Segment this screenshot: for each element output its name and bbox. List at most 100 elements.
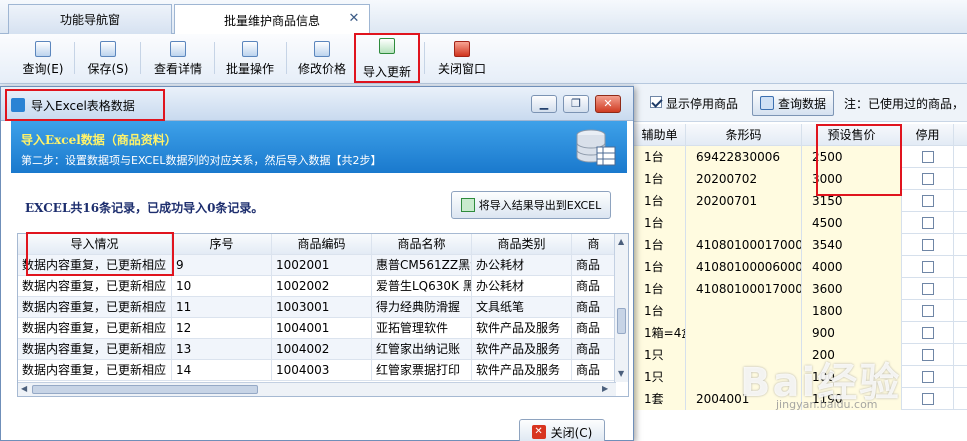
unit-cell[interactable]: 1台 xyxy=(634,190,686,212)
barcode-cell[interactable] xyxy=(686,322,802,344)
column-header[interactable]: 商 xyxy=(572,234,616,255)
extra-cell: 商品 xyxy=(572,297,616,318)
column-header[interactable]: 商品类别 xyxy=(472,234,572,255)
barcode-cell[interactable]: 20200701 xyxy=(686,190,802,212)
disabled-checkbox[interactable] xyxy=(921,194,934,207)
show-disabled-checkbox[interactable] xyxy=(650,96,662,108)
barcode-cell[interactable] xyxy=(686,212,802,234)
price-cell[interactable]: 1800 xyxy=(802,300,902,322)
disabled-checkbox[interactable] xyxy=(921,370,934,383)
table-row[interactable]: 1箱=4盒 900 xyxy=(634,322,967,344)
query-button[interactable]: 查询(E) xyxy=(20,38,66,78)
barcode-cell[interactable]: 410801000170001 xyxy=(686,278,802,300)
price-cell[interactable]: 900 xyxy=(802,322,902,344)
column-header[interactable]: 条形码 xyxy=(686,124,802,146)
save-button[interactable]: 保存(S) xyxy=(84,38,132,78)
price-cell[interactable]: 3000 xyxy=(802,168,902,190)
price-cell[interactable]: 3150 xyxy=(802,190,902,212)
unit-cell[interactable]: 1台 xyxy=(634,300,686,322)
close-button[interactable]: ✕ 关闭(C) xyxy=(519,419,605,441)
scroll-thumb[interactable] xyxy=(32,385,258,394)
barcode-cell[interactable] xyxy=(686,300,802,322)
column-header[interactable]: 商品名称 xyxy=(372,234,472,255)
tab-function-nav[interactable]: 功能导航窗 xyxy=(8,4,172,34)
table-header: 辅助单 条形码 预设售价 停用 xyxy=(634,124,967,146)
table-row[interactable]: 数据内容重复，已更新相应 13 1004002 红管家出纳记账 软件产品及服务 商品 xyxy=(18,339,616,360)
extra-cell: 商品 xyxy=(572,255,616,276)
unit-cell[interactable]: 1台 xyxy=(634,146,686,168)
horizontal-scrollbar[interactable]: ◀ ▶ xyxy=(18,382,616,396)
table-row[interactable]: 1台 69422830006 2500 xyxy=(634,146,967,168)
barcode-cell[interactable]: 20200702 xyxy=(686,168,802,190)
dialog-close-button[interactable]: ✕ xyxy=(595,95,621,113)
disabled-checkbox[interactable] xyxy=(921,282,934,295)
modify-price-button[interactable]: 修改价格 xyxy=(294,38,350,78)
price-cell[interactable]: 2500 xyxy=(802,146,902,168)
disabled-checkbox[interactable] xyxy=(921,150,934,163)
close-window-button[interactable]: 关闭窗口 xyxy=(434,38,490,78)
table-row[interactable]: 1台 410801000170001 3600 xyxy=(634,278,967,300)
status-cell: 数据内容重复，已更新相应 xyxy=(18,318,172,339)
unit-cell[interactable]: 1只 xyxy=(634,344,686,366)
import-update-button[interactable]: 导入更新 xyxy=(354,33,420,83)
query-data-button[interactable]: 查询数据 xyxy=(752,90,834,116)
table-row[interactable]: 数据内容重复，已更新相应 11 1003001 得力经典防滑握 文具纸笔 商品 xyxy=(18,297,616,318)
disabled-checkbox[interactable] xyxy=(921,326,934,339)
export-result-button[interactable]: 将导入结果导出到EXCEL xyxy=(451,191,611,219)
disabled-checkbox[interactable] xyxy=(921,216,934,229)
table-row[interactable]: 数据内容重复，已更新相应 12 1004001 亚拓管理软件 软件产品及服务 商品 xyxy=(18,318,616,339)
tab-batch-maintain[interactable]: 批量维护商品信息 ✕ xyxy=(174,4,370,35)
code-cell: 1004003 xyxy=(272,360,372,381)
table-row[interactable]: 1台 20200701 3150 xyxy=(634,190,967,212)
table-row[interactable]: 数据内容重复，已更新相应 10 1002002 爱普生LQ630K 黑办公耗材 商品 xyxy=(18,276,616,297)
barcode-cell[interactable]: 69422830006 xyxy=(686,146,802,168)
unit-cell[interactable]: 1台 xyxy=(634,168,686,190)
unit-cell[interactable]: 1只 xyxy=(634,366,686,388)
toolbar: 查询(E) 保存(S) 查看详情 批量操作 修改价格 导入更新 关闭窗口 xyxy=(0,33,967,84)
barcode-cell[interactable]: 410801000170002 xyxy=(686,234,802,256)
column-header[interactable]: 商品编码 xyxy=(272,234,372,255)
disabled-checkbox[interactable] xyxy=(921,304,934,317)
table-row[interactable]: 1台 4500 xyxy=(634,212,967,234)
unit-cell[interactable]: 1箱=4盒 xyxy=(634,322,686,344)
disabled-checkbox[interactable] xyxy=(921,348,934,361)
table-row[interactable]: 1台 410801000170002 3540 xyxy=(634,234,967,256)
number-cell: 13 xyxy=(172,339,272,360)
disabled-cell xyxy=(902,190,954,212)
close-icon[interactable]: ✕ xyxy=(347,12,361,26)
minimize-button[interactable]: ▁ xyxy=(531,95,557,113)
tab-bar: 功能导航窗 批量维护商品信息 ✕ xyxy=(0,0,967,35)
disabled-checkbox[interactable] xyxy=(921,172,934,185)
view-detail-button[interactable]: 查看详情 xyxy=(150,38,206,78)
price-cell[interactable]: 3540 xyxy=(802,234,902,256)
price-cell[interactable]: 3600 xyxy=(802,278,902,300)
status-cell: 数据内容重复，已更新相应 xyxy=(18,255,172,276)
batch-operation-button[interactable]: 批量操作 xyxy=(222,38,278,78)
disabled-checkbox[interactable] xyxy=(921,260,934,273)
column-header[interactable]: 辅助单 xyxy=(634,124,686,146)
table-row[interactable]: 1台 410801000060001 4000 xyxy=(634,256,967,278)
table-row[interactable]: 数据内容重复，已更新相应 9 1002001 惠普CM561ZZ黑色 办公耗材 商品 xyxy=(18,255,616,276)
barcode-cell[interactable]: 410801000060001 xyxy=(686,256,802,278)
price-cell[interactable]: 4500 xyxy=(802,212,902,234)
column-header[interactable]: 序号 xyxy=(172,234,272,255)
unit-cell[interactable]: 1台 xyxy=(634,212,686,234)
table-row[interactable]: 1台 1800 xyxy=(634,300,967,322)
price-cell[interactable]: 4000 xyxy=(802,256,902,278)
disabled-cell xyxy=(902,388,954,410)
column-header[interactable]: 预设售价 xyxy=(802,124,902,146)
disabled-checkbox[interactable] xyxy=(921,238,934,251)
column-header[interactable]: 导入情况 xyxy=(18,234,172,255)
category-cell: 软件产品及服务 xyxy=(472,339,572,360)
restore-button[interactable]: ❐ xyxy=(563,95,589,113)
disabled-checkbox[interactable] xyxy=(921,392,934,405)
unit-cell[interactable]: 1套 xyxy=(634,388,686,410)
column-header[interactable]: 停用 xyxy=(902,124,954,146)
unit-cell[interactable]: 1台 xyxy=(634,256,686,278)
table-row[interactable]: 数据内容重复，已更新相应 14 1004003 红管家票据打印 软件产品及服务 商品 xyxy=(18,360,616,381)
table-row[interactable]: 1台 20200702 3000 xyxy=(634,168,967,190)
unit-cell[interactable]: 1台 xyxy=(634,278,686,300)
scroll-thumb[interactable] xyxy=(617,308,626,334)
vertical-scrollbar[interactable]: ▲ ▼ xyxy=(614,234,628,382)
unit-cell[interactable]: 1台 xyxy=(634,234,686,256)
